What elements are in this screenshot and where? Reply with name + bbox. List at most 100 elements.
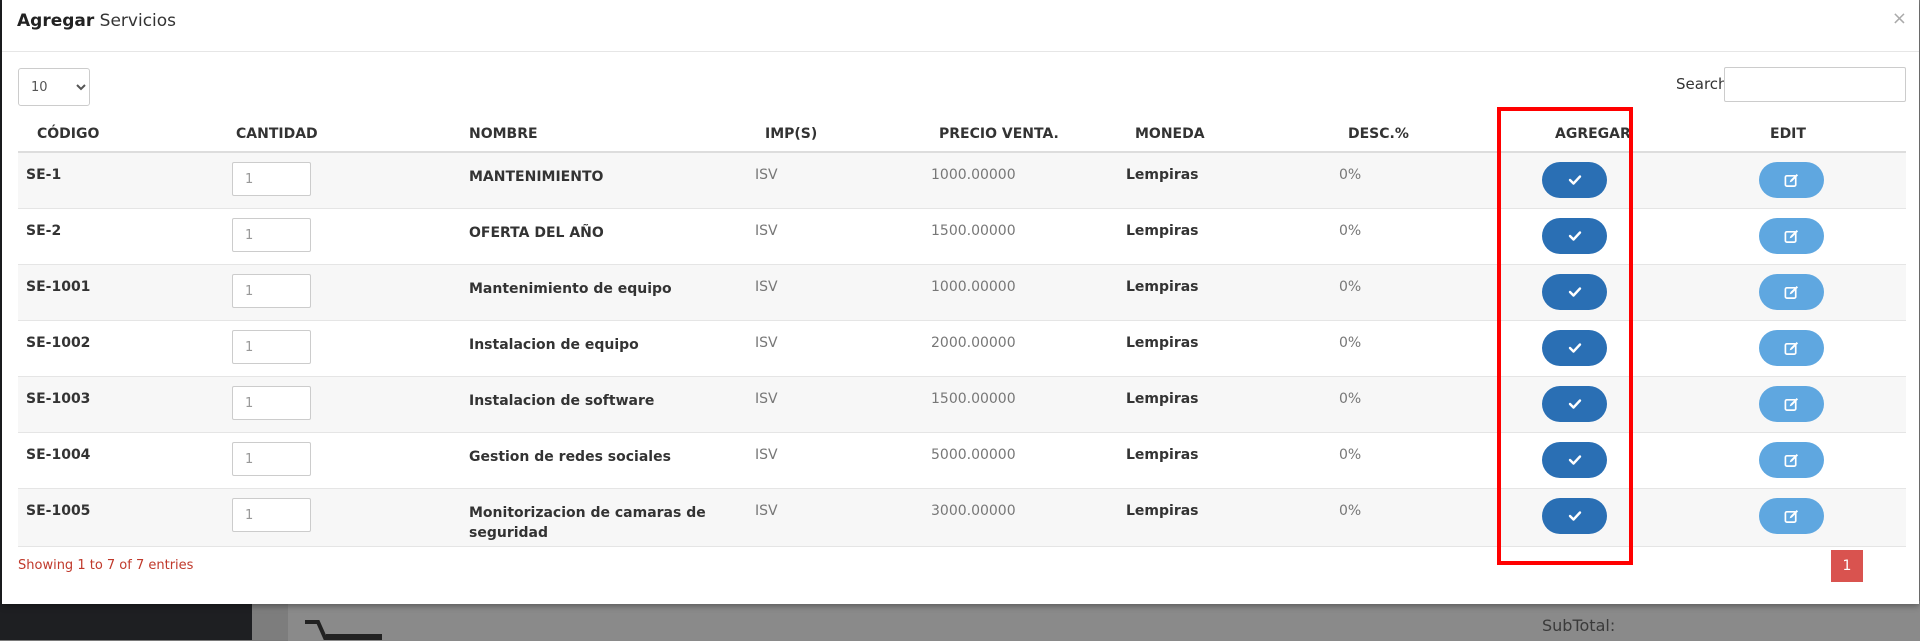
cell-currency: Lempiras <box>1125 376 1338 433</box>
check-icon <box>1568 174 1582 186</box>
cell-code: SE-2 <box>18 208 224 265</box>
cell-add <box>1520 320 1701 377</box>
edit-icon <box>1784 341 1799 356</box>
check-icon <box>1568 510 1582 522</box>
column-header-add[interactable]: AGREGAR <box>1520 116 1701 153</box>
quantity-input[interactable] <box>232 274 311 308</box>
service-tax: ISV <box>755 223 778 239</box>
cell-name: Instalacion de equipo <box>459 320 755 377</box>
quantity-input[interactable] <box>232 386 311 420</box>
service-currency: Lempiras <box>1126 279 1199 295</box>
add-button[interactable] <box>1542 498 1607 534</box>
table-row: SE-1 MANTENIMIENTO ISV 1000.00000 Lempiras 0% <box>18 151 1906 209</box>
cell-code: SE-1003 <box>18 376 224 433</box>
cell-price: 1500.00000 <box>929 208 1125 265</box>
table-header-row: CÓDIGO CANTIDAD NOMBRE IMP(S) PRECIO VEN… <box>18 116 1906 153</box>
page-length-select[interactable]: 10 <box>18 68 90 106</box>
service-currency: Lempiras <box>1126 335 1199 351</box>
column-header-edit[interactable]: EDIT <box>1701 116 1906 153</box>
cell-name: Monitorizacion de camaras de seguridad <box>459 488 755 547</box>
check-icon <box>1568 286 1582 298</box>
cell-taxes: ISV <box>755 151 929 209</box>
service-currency: Lempiras <box>1126 167 1199 183</box>
service-currency: Lempiras <box>1126 503 1199 519</box>
service-discount: 0% <box>1339 279 1362 295</box>
cell-discount: 0% <box>1338 151 1520 209</box>
table-row: SE-2 OFERTA DEL AÑO ISV 1500.00000 Lempiras 0… <box>18 208 1906 265</box>
service-tax: ISV <box>755 503 778 519</box>
services-table: CÓDIGO CANTIDAD NOMBRE IMP(S) PRECIO VEN… <box>18 116 1906 547</box>
edit-button[interactable] <box>1759 218 1824 254</box>
service-price: 1500.00000 <box>931 391 1016 407</box>
search-input[interactable] <box>1724 67 1906 102</box>
add-button[interactable] <box>1542 218 1607 254</box>
cell-edit <box>1701 320 1906 377</box>
cell-name: OFERTA DEL AÑO <box>459 208 755 265</box>
cell-price: 2000.00000 <box>929 320 1125 377</box>
quantity-input[interactable] <box>232 498 311 532</box>
cell-code: SE-1004 <box>18 432 224 489</box>
quantity-input[interactable] <box>232 162 311 196</box>
close-icon[interactable]: × <box>1892 8 1907 29</box>
cell-add <box>1520 376 1701 433</box>
edit-icon <box>1784 509 1799 524</box>
check-icon <box>1568 230 1582 242</box>
quantity-input[interactable] <box>232 442 311 476</box>
service-name: Mantenimiento de equipo <box>469 281 672 297</box>
service-tax: ISV <box>755 447 778 463</box>
column-header-sale-price[interactable]: PRECIO VENTA. <box>929 116 1125 153</box>
cell-edit <box>1701 376 1906 433</box>
cell-add <box>1520 151 1701 209</box>
service-discount: 0% <box>1339 223 1362 239</box>
service-code: SE-1 <box>26 167 62 183</box>
cell-taxes: ISV <box>755 264 929 321</box>
cell-price: 1000.00000 <box>929 151 1125 209</box>
cart-icon <box>305 620 382 640</box>
cell-currency: Lempiras <box>1125 320 1338 377</box>
cell-quantity <box>224 320 459 377</box>
add-button[interactable] <box>1542 442 1607 478</box>
table-row: SE-1002 Instalacion de equipo ISV 2000.0000… <box>18 320 1906 377</box>
quantity-input[interactable] <box>232 330 311 364</box>
service-name: Instalacion de software <box>469 393 655 409</box>
service-code: SE-1001 <box>26 279 91 295</box>
cell-quantity <box>224 151 459 209</box>
edit-button[interactable] <box>1759 498 1824 534</box>
cell-discount: 0% <box>1338 376 1520 433</box>
cell-taxes: ISV <box>755 208 929 265</box>
column-header-quantity[interactable]: CANTIDAD <box>224 116 459 153</box>
add-button[interactable] <box>1542 274 1607 310</box>
add-button[interactable] <box>1542 386 1607 422</box>
column-header-code[interactable]: CÓDIGO <box>18 116 224 153</box>
service-discount: 0% <box>1339 447 1362 463</box>
column-header-currency[interactable]: MONEDA <box>1125 116 1338 153</box>
cell-edit <box>1701 264 1906 321</box>
service-price: 5000.00000 <box>931 447 1016 463</box>
cell-taxes: ISV <box>755 488 929 547</box>
edit-button[interactable] <box>1759 330 1824 366</box>
add-button[interactable] <box>1542 330 1607 366</box>
cell-taxes: ISV <box>755 432 929 489</box>
cell-name: Gestion de redes sociales <box>459 432 755 489</box>
column-header-name[interactable]: NOMBRE <box>459 116 755 153</box>
pagination-page-button[interactable]: 1 <box>1831 550 1863 582</box>
cell-currency: Lempiras <box>1125 264 1338 321</box>
cell-quantity <box>224 264 459 321</box>
cell-code: SE-1005 <box>18 488 224 547</box>
edit-button[interactable] <box>1759 162 1824 198</box>
column-header-discount[interactable]: DESC.% <box>1338 116 1520 153</box>
service-code: SE-1003 <box>26 391 91 407</box>
add-button[interactable] <box>1542 162 1607 198</box>
edit-button[interactable] <box>1759 274 1824 310</box>
quantity-input[interactable] <box>232 218 311 252</box>
service-price: 3000.00000 <box>931 503 1016 519</box>
cell-discount: 0% <box>1338 264 1520 321</box>
cell-add <box>1520 432 1701 489</box>
column-header-taxes[interactable]: IMP(S) <box>755 116 929 153</box>
service-price: 1000.00000 <box>931 167 1016 183</box>
cell-currency: Lempiras <box>1125 208 1338 265</box>
cell-taxes: ISV <box>755 320 929 377</box>
check-icon <box>1568 342 1582 354</box>
edit-button[interactable] <box>1759 442 1824 478</box>
edit-button[interactable] <box>1759 386 1824 422</box>
